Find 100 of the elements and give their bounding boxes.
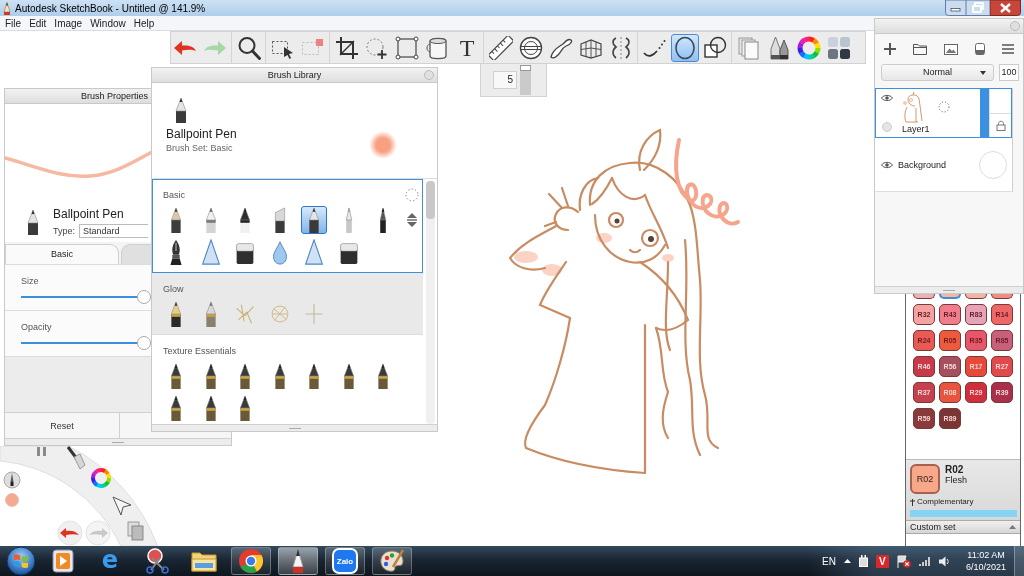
brush-name: Ballpoint Pen bbox=[53, 206, 124, 221]
brush-tip-preview-icon bbox=[369, 131, 397, 159]
opacity-field[interactable]: 100 bbox=[999, 63, 1019, 81]
taskbar-button[interactable] bbox=[372, 547, 412, 575]
color-set-dropdown[interactable]: Custom set bbox=[906, 520, 1020, 534]
panel-title: Brush Properties bbox=[81, 91, 149, 101]
menu-item[interactable]: Image bbox=[50, 16, 87, 30]
color-swatch[interactable] bbox=[965, 294, 987, 299]
tab[interactable]: Basic bbox=[5, 244, 119, 264]
rectangle-handles-icon[interactable] bbox=[393, 33, 421, 62]
taskbar-button[interactable] bbox=[231, 547, 271, 575]
scissors-icon[interactable] bbox=[144, 548, 170, 574]
menu-icon[interactable] bbox=[1002, 44, 1015, 54]
clock-date[interactable]: 6/10/2021 bbox=[965, 561, 1006, 573]
brush-icon[interactable] bbox=[66, 446, 86, 470]
scrollbar[interactable] bbox=[426, 181, 435, 424]
complementary-color-bar[interactable] bbox=[910, 510, 1017, 517]
language-indicator[interactable]: EN bbox=[822, 555, 836, 567]
color-name: Flesh bbox=[945, 475, 967, 485]
pointer-icon[interactable] bbox=[112, 496, 132, 516]
start-orb-icon[interactable] bbox=[3, 546, 39, 576]
circle-toggle-icon[interactable] bbox=[882, 122, 892, 132]
pen-puck-icon[interactable] bbox=[3, 471, 21, 489]
up-down-icon[interactable] bbox=[406, 213, 417, 227]
brush-set-section[interactable]: Basic bbox=[152, 179, 423, 273]
clock-time[interactable]: 11:02 AM bbox=[967, 549, 1005, 561]
restore-icon[interactable] bbox=[966, 0, 990, 16]
window-title: Autodesk SketchBook - Untitled @ 141.9% bbox=[15, 2, 206, 14]
close-icon[interactable] bbox=[990, 0, 1021, 16]
folder-icon[interactable] bbox=[912, 43, 927, 55]
ruler-icon[interactable] bbox=[487, 33, 515, 62]
up-arrow-icon[interactable] bbox=[843, 559, 851, 563]
show-desktop-button[interactable] bbox=[1014, 546, 1024, 576]
blend-mode-dropdown[interactable]: Normal bbox=[881, 63, 994, 81]
speaker-icon[interactable] bbox=[938, 555, 950, 567]
plug-icon[interactable] bbox=[858, 555, 868, 567]
up-triangle-icon bbox=[1009, 525, 1016, 529]
slider-thumb[interactable] bbox=[520, 65, 531, 71]
menu-item[interactable]: Edit bbox=[25, 16, 51, 30]
tricolor-circle-icon[interactable] bbox=[238, 548, 264, 574]
color-swatch-icon[interactable] bbox=[979, 151, 1007, 179]
layer-name: Layer1 bbox=[902, 124, 930, 135]
menu-item[interactable]: Window bbox=[86, 16, 130, 30]
complementary-label[interactable]: Complementary bbox=[917, 497, 974, 507]
color-wheel-icon[interactable] bbox=[91, 468, 111, 488]
taskbar-button[interactable]: Zalo bbox=[325, 547, 365, 575]
layer-side-bar bbox=[980, 89, 989, 137]
tray-badge[interactable]: V bbox=[875, 554, 889, 568]
type-label: Type: bbox=[53, 225, 75, 236]
browser-logo[interactable]: e bbox=[99, 548, 121, 574]
panel-title: Brush Library bbox=[267, 69, 322, 82]
size-field[interactable]: 5 bbox=[493, 71, 517, 89]
eye-icon[interactable] bbox=[881, 94, 893, 102]
current-color-swatch[interactable]: R02 bbox=[910, 464, 940, 494]
slider-label: Size bbox=[21, 276, 40, 287]
scrollbar-thumb[interactable] bbox=[426, 181, 435, 219]
dagger-icon[interactable] bbox=[910, 498, 915, 506]
caret-icon bbox=[980, 70, 986, 75]
brush-name: Ballpoint Pen bbox=[166, 127, 237, 141]
plus-icon[interactable] bbox=[883, 43, 896, 55]
color-swatch[interactable] bbox=[991, 294, 1013, 299]
menu-item[interactable]: Help bbox=[129, 16, 159, 30]
slider-thumb[interactable] bbox=[136, 336, 151, 350]
flag-icon[interactable] bbox=[896, 554, 911, 568]
block-icon[interactable] bbox=[975, 43, 986, 55]
section-title: Texture Essentials bbox=[163, 345, 237, 358]
dotted-circle-icon[interactable] bbox=[404, 188, 419, 202]
section-title: Glow bbox=[163, 283, 184, 296]
grip-handle[interactable] bbox=[288, 427, 301, 429]
image-icon[interactable] bbox=[943, 43, 958, 55]
pencil-icon bbox=[3, 1, 11, 15]
paint-palette-icon[interactable] bbox=[379, 548, 405, 574]
layer-row[interactable]: Layer1 bbox=[875, 88, 1012, 138]
size-slider[interactable] bbox=[520, 65, 531, 95]
menu-item[interactable]: File bbox=[1, 16, 26, 30]
type-dropdown[interactable]: Standard bbox=[79, 223, 148, 238]
grip-handle[interactable] bbox=[943, 289, 955, 291]
section-title: Basic bbox=[163, 189, 185, 202]
brush-set-label: Brush Set: Basic bbox=[166, 143, 233, 154]
two-bars-icon[interactable] bbox=[37, 447, 46, 456]
pen-icon[interactable] bbox=[301, 206, 327, 234]
minimize-icon[interactable] bbox=[945, 0, 966, 16]
color-swatch[interactable] bbox=[913, 294, 935, 299]
thumbnail-drawing bbox=[902, 91, 924, 123]
signal-icon[interactable] bbox=[918, 556, 931, 566]
grip-handle[interactable] bbox=[112, 441, 124, 443]
slider-thumb[interactable] bbox=[136, 290, 151, 304]
text-tool-button[interactable]: T bbox=[453, 33, 481, 62]
pen-icon bbox=[174, 97, 188, 123]
dotted-circle-icon[interactable] bbox=[938, 101, 950, 113]
taskbar-button[interactable] bbox=[278, 547, 318, 575]
color-swatch[interactable] bbox=[939, 294, 961, 299]
undo-icon[interactable] bbox=[57, 520, 83, 546]
play-icon[interactable] bbox=[50, 548, 76, 574]
brush-set-section[interactable]: Glow bbox=[152, 273, 423, 335]
color-code: R02 bbox=[945, 464, 964, 475]
lock-icon[interactable] bbox=[995, 119, 1006, 131]
eye-icon[interactable] bbox=[881, 161, 893, 169]
chat-app-logo[interactable]: Zalo bbox=[332, 548, 358, 574]
slider-label: Opacity bbox=[21, 322, 53, 333]
